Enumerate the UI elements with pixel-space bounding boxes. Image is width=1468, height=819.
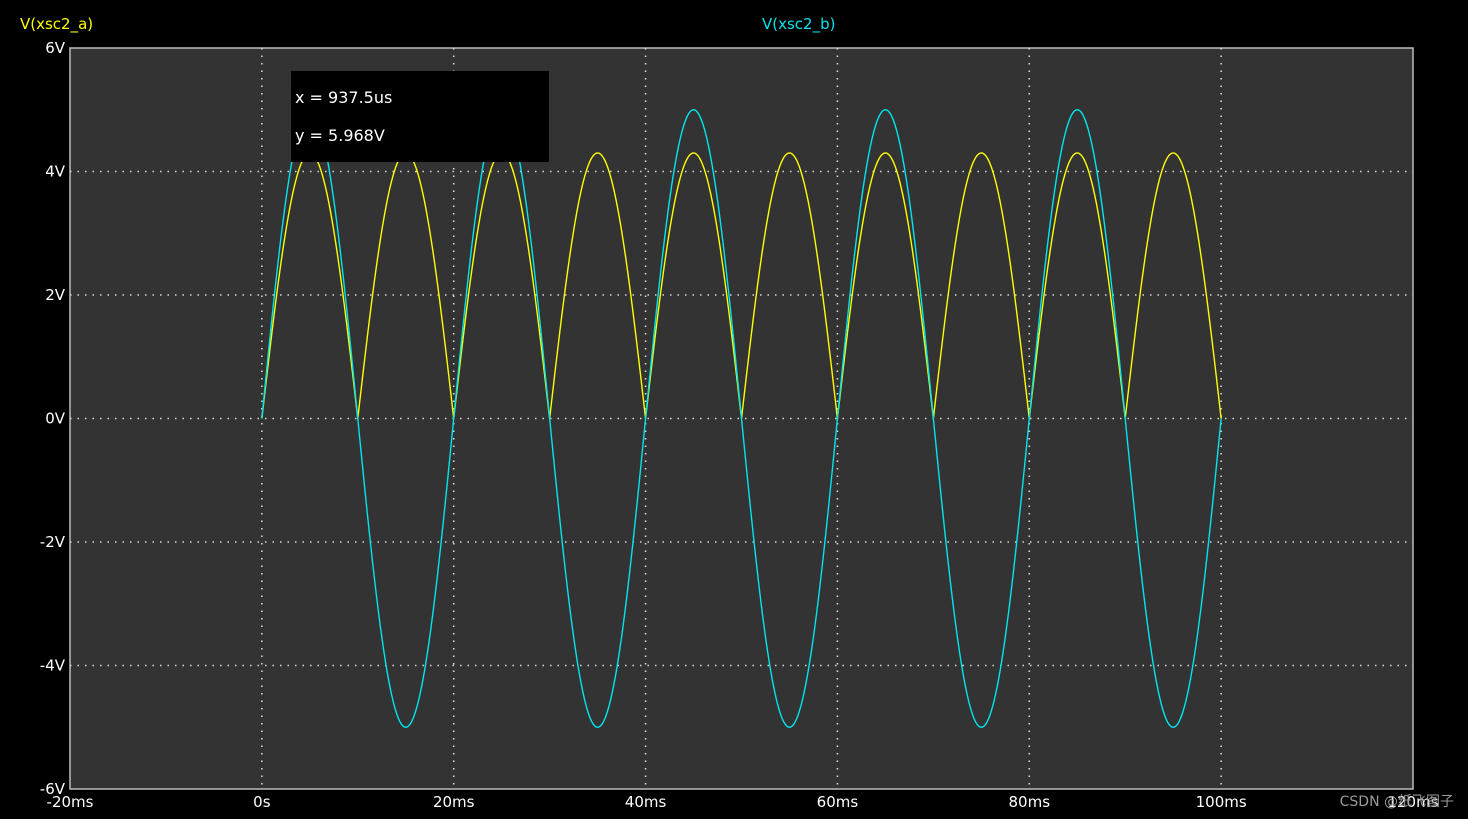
x-tick-label: 60ms — [817, 793, 859, 811]
legend: V(xsc2_a) V(xsc2_b) — [20, 15, 835, 34]
x-tick-label: 20ms — [433, 793, 475, 811]
watermark: CSDN @纸飞图子 — [1339, 794, 1454, 810]
y-tick-label: 6V — [45, 39, 66, 57]
cursor-y-readout: y = 5.968V — [295, 126, 385, 145]
y-tick-label: 0V — [45, 410, 66, 428]
cursor-x-readout: x = 937.5us — [295, 88, 392, 107]
y-tick-label: -2V — [40, 533, 66, 551]
waveform-viewer: 6V 4V 2V 0V -2V -4V -6V -20ms 0s 20ms 40ms 60ms 80ms… — [0, 0, 1468, 819]
cursor-readout-box — [291, 71, 549, 162]
x-tick-label: -20ms — [47, 793, 94, 811]
y-tick-label: -4V — [40, 657, 66, 675]
legend-entry-xsc2-a[interactable]: V(xsc2_a) — [20, 15, 93, 34]
y-tick-label: 2V — [45, 286, 66, 304]
x-tick-label: 100ms — [1196, 793, 1247, 811]
cursor-readout: x = 937.5us y = 5.968V — [291, 71, 549, 162]
x-tick-label: 40ms — [625, 793, 667, 811]
x-tick-label: 0s — [253, 793, 271, 811]
legend-entry-xsc2-b[interactable]: V(xsc2_b) — [762, 15, 835, 34]
waveform-chart[interactable]: 6V4V2V0V-2V-4V-6V-20ms 0s 20ms 40ms 60ms 80ms… — [0, 0, 1468, 819]
y-tick-label: 4V — [45, 163, 66, 181]
x-tick-label: 80ms — [1009, 793, 1051, 811]
